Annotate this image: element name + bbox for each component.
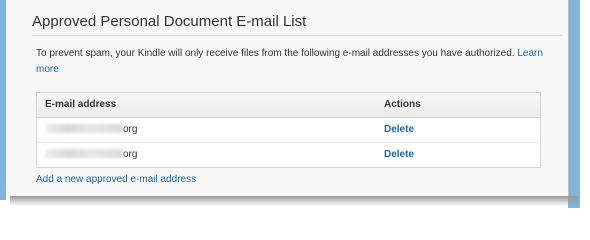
header-email-address: E-mail address	[45, 99, 117, 110]
redacted-email-blur	[45, 124, 123, 133]
email-cell: org	[45, 124, 137, 135]
add-approved-email-link[interactable]: Add a new approved e-mail address	[36, 174, 196, 185]
table-row: org Delete	[37, 142, 540, 167]
email-list-panel: Approved Personal Document E-mail List T…	[6, 0, 569, 196]
approved-email-table: E-mail address Actions org Delete org De…	[36, 92, 541, 168]
section-title: Approved Personal Document E-mail List	[32, 13, 307, 30]
delete-link[interactable]: Delete	[384, 124, 414, 135]
email-cell: org	[45, 149, 137, 160]
right-edge-accent	[568, 0, 580, 208]
redacted-email-blur	[45, 149, 123, 158]
title-divider	[32, 35, 562, 36]
table-header: E-mail address Actions	[37, 93, 540, 118]
email-suffix: org	[123, 124, 138, 135]
email-suffix: org	[123, 149, 138, 160]
header-actions: Actions	[384, 99, 421, 110]
screenshot-frame: Approved Personal Document E-mail List T…	[0, 0, 590, 213]
info-text: To prevent spam, your Kindle will only r…	[36, 46, 558, 78]
delete-link[interactable]: Delete	[384, 149, 414, 160]
table-row: org Delete	[37, 118, 540, 142]
description-text: To prevent spam, your Kindle will only r…	[36, 48, 515, 59]
torn-edge-shadow	[10, 196, 578, 206]
